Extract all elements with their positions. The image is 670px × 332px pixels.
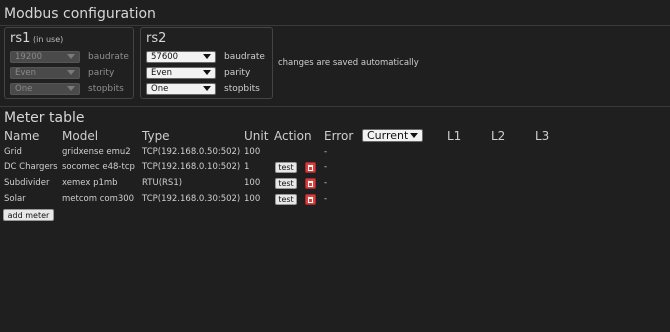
meter-unit: 100: [244, 147, 261, 157]
delete-button[interactable]: [305, 178, 316, 189]
rs2-stopbits-select[interactable]: One: [146, 82, 216, 95]
chevron-down-icon: [203, 70, 211, 75]
meter-error: -: [324, 194, 328, 204]
rs1-baudrate-label: baudrate: [88, 51, 129, 62]
rs1-name: rs1: [10, 31, 31, 46]
test-button[interactable]: test: [275, 194, 297, 205]
rs1-parity-row: Even parity: [10, 66, 114, 79]
col-header-l1: L1: [447, 129, 462, 143]
rs2-parity-row: Even parity: [146, 66, 250, 79]
modbus-divider: [0, 25, 670, 26]
col-header-model: Model: [62, 129, 99, 143]
rs1-parity-select[interactable]: Even: [10, 66, 80, 79]
delete-button[interactable]: [305, 194, 316, 205]
rs2-stopbits-label: stopbits: [224, 83, 260, 94]
measurement-select-value: Current: [367, 129, 409, 142]
rs2-baudrate-select[interactable]: 57600: [146, 50, 216, 63]
meter-error: -: [324, 147, 328, 157]
rs1-in-use-label: (in use): [33, 35, 64, 44]
rs2-parity-label: parity: [224, 67, 251, 78]
measurement-select[interactable]: Current: [362, 129, 423, 142]
test-button[interactable]: test: [275, 162, 297, 173]
rs1-baudrate-select[interactable]: 19200: [10, 50, 80, 63]
rs2-baudrate-row: 57600 baudrate: [146, 50, 265, 63]
col-header-l2: L2: [491, 129, 506, 143]
rs2-stopbits-row: One stopbits: [146, 82, 260, 95]
col-header-action: Action: [274, 129, 312, 143]
meter-model: metcom com300: [62, 194, 135, 204]
rs1-parity-label: parity: [88, 67, 115, 78]
col-header-type: Type: [142, 129, 170, 143]
meter-error: -: [324, 162, 328, 172]
rs1-stopbits-select[interactable]: One: [10, 82, 80, 95]
meter-type: TCP(192.168.0.10:502): [142, 162, 241, 172]
rs1-baudrate-row: 19200 baudrate: [10, 50, 129, 63]
rs1-stopbits-value: One: [15, 83, 33, 94]
meter-model: gridxense emu2: [62, 147, 131, 157]
meter-name: DC Chargers: [4, 162, 58, 172]
rs2-stopbits-value: One: [151, 83, 169, 94]
rs2-panel: rs2 57600 baudrate Even parity One stopb…: [140, 27, 273, 99]
meter-unit: 100: [244, 194, 261, 204]
col-header-error: Error: [324, 129, 354, 143]
meter-name: Subdivider: [4, 178, 50, 188]
rs2-name: rs2: [146, 31, 167, 46]
rs2-baudrate-label: baudrate: [224, 51, 265, 62]
meter-unit: 100: [244, 178, 261, 188]
meter-error: -: [324, 178, 328, 188]
col-header-name: Name: [4, 129, 40, 143]
meter-type: TCP(192.168.0.30:502): [142, 194, 241, 204]
chevron-down-icon: [67, 54, 75, 59]
chevron-down-icon: [67, 70, 75, 75]
rs2-baudrate-value: 57600: [151, 51, 179, 62]
rs2-parity-select[interactable]: Even: [146, 66, 216, 79]
rs1-parity-value: Even: [15, 67, 37, 78]
meter-type: RTU(RS1): [142, 178, 183, 188]
col-header-l3: L3: [535, 129, 550, 143]
chevron-down-icon: [203, 86, 211, 91]
meter-table-title: Meter table: [4, 110, 85, 126]
col-header-unit: Unit: [244, 129, 269, 143]
rs1-stopbits-label: stopbits: [88, 83, 124, 94]
meter-name: Solar: [4, 194, 26, 204]
rs1-panel: rs1 (in use) 19200 baudrate Even parity …: [4, 27, 134, 99]
meter-model: socomec e48-tcp: [62, 162, 135, 172]
delete-button[interactable]: [305, 162, 316, 173]
add-meter-button[interactable]: add meter: [3, 209, 54, 221]
meter-unit: 1: [244, 162, 250, 172]
meter-divider: [0, 106, 670, 107]
chevron-down-icon: [410, 133, 418, 138]
test-button[interactable]: test: [275, 178, 297, 189]
trash-icon: [308, 164, 313, 171]
meter-model: xemex p1mb: [62, 178, 118, 188]
rs2-parity-value: Even: [151, 67, 173, 78]
rs1-baudrate-value: 19200: [15, 51, 43, 62]
chevron-down-icon: [67, 86, 75, 91]
meter-type: TCP(192.168.0.50:502): [142, 147, 241, 157]
trash-icon: [308, 196, 313, 203]
meter-name: Grid: [4, 147, 22, 157]
autosave-note: changes are saved automatically: [278, 58, 419, 68]
rs1-stopbits-row: One stopbits: [10, 82, 124, 95]
trash-icon: [308, 180, 313, 187]
chevron-down-icon: [203, 54, 211, 59]
modbus-section-title: Modbus configuration: [4, 6, 156, 22]
